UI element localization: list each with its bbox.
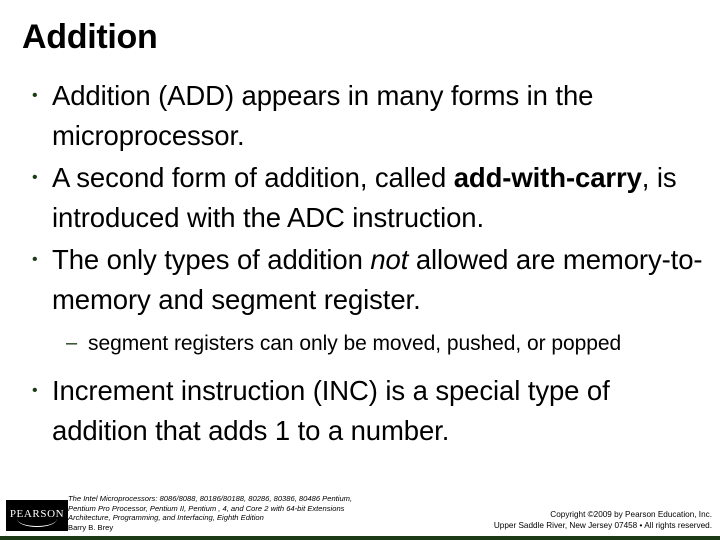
book-author: Barry B. Brey: [68, 522, 114, 532]
book-title-line-2: Pentium Pro Processor, Pentium II, Penti…: [68, 503, 345, 513]
sub-list-item-text: segment registers can only be moved, pus…: [88, 328, 706, 359]
list-item-text: Addition (ADD) appears in many forms in …: [52, 76, 706, 156]
list-item: • The only types of addition not allowed…: [22, 240, 706, 320]
text-run: The only types of addition: [52, 244, 371, 275]
text-run-italic: not: [370, 244, 409, 275]
text-run-bold: add-with-carry: [453, 162, 642, 193]
list-item: • Increment instruction (INC) is a speci…: [22, 371, 706, 451]
copyright-line-1: Copyright ©2009 by Pearson Education, In…: [550, 510, 712, 519]
text-run: Addition (ADD) appears in many forms in …: [52, 80, 594, 151]
bullet-marker-icon: •: [32, 382, 38, 399]
slide-footer: PEARSON The Intel Microprocessors: 8086/…: [0, 492, 720, 540]
dash-marker-icon: –: [66, 332, 78, 354]
title-area: Addition: [22, 16, 682, 66]
bullet-list: • Addition (ADD) appears in many forms i…: [22, 76, 706, 486]
slide: Addition • Addition (ADD) appears in man…: [0, 0, 720, 540]
bullet-marker-icon: •: [32, 169, 38, 186]
copyright-notice: Copyright ©2009 by Pearson Education, In…: [412, 510, 712, 531]
book-credit: The Intel Microprocessors: 8086/8088, 80…: [68, 494, 398, 532]
book-title-line-1: The Intel Microprocessors: 8086/8088, 80…: [68, 494, 353, 503]
text-run: segment registers can only be moved, pus…: [88, 332, 622, 355]
pearson-logo: PEARSON: [6, 500, 68, 531]
list-item-text: The only types of addition not allowed a…: [52, 240, 706, 320]
text-run: Increment instruction (INC) is a special…: [52, 375, 610, 446]
bullet-marker-icon: •: [32, 251, 38, 268]
list-item: • A second form of addition, called add-…: [22, 158, 706, 238]
bullet-marker-icon: •: [32, 87, 38, 104]
list-item-text: A second form of addition, called add-wi…: [52, 158, 706, 238]
bottom-accent-bar: [0, 536, 720, 540]
pearson-arc-icon: [17, 519, 57, 527]
list-item-text: Increment instruction (INC) is a special…: [52, 371, 706, 451]
list-item: • Addition (ADD) appears in many forms i…: [22, 76, 706, 156]
copyright-line-2: Upper Saddle River, New Jersey 07458 • A…: [493, 520, 712, 530]
book-title-line-3: Architecture, Programming, and Interfaci…: [68, 513, 264, 523]
text-run: A second form of addition, called: [52, 162, 454, 193]
page-title: Addition: [22, 18, 158, 56]
sub-list-item: – segment registers can only be moved, p…: [22, 328, 706, 359]
